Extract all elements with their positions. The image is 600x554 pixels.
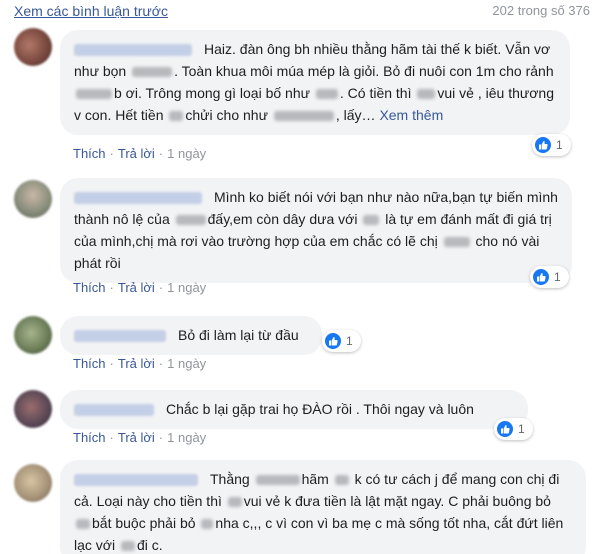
comment-actions: Thích · Trả lời · 1 ngày <box>73 280 207 295</box>
redacted-word <box>169 111 184 122</box>
comment-timestamp[interactable]: 1 ngày <box>167 356 206 371</box>
reply-button[interactable]: Trả lời <box>118 280 155 295</box>
see-more-link[interactable]: Xem thêm <box>379 107 443 123</box>
redacted-word <box>120 541 135 552</box>
reaction-count[interactable]: 1 <box>532 134 571 156</box>
commenter-name[interactable] <box>74 404 154 417</box>
comment-bubble: Thằng hãm k có tư cách j để mang con chị… <box>60 460 586 554</box>
comment-text: Thằng <box>210 471 250 487</box>
avatar[interactable] <box>14 28 52 66</box>
redacted-word <box>315 89 338 100</box>
like-button[interactable]: Thích <box>73 280 106 295</box>
redacted-word <box>76 89 112 100</box>
view-previous-comments-link[interactable]: Xem các bình luận trước <box>14 3 168 19</box>
thumbs-up-icon <box>535 137 551 153</box>
redacted-word <box>417 89 436 100</box>
thumbs-up-icon <box>325 333 341 349</box>
comment-actions: Thích · Trả lời · 1 ngày <box>73 430 207 445</box>
reaction-count[interactable]: 1 <box>322 330 361 352</box>
comment-bubble: Mình ko biết nói với bạn như nào nữa,bạn… <box>60 178 572 283</box>
reply-button[interactable]: Trả lời <box>118 430 155 445</box>
like-button[interactable]: Thích <box>73 146 106 161</box>
comment-count: 202 trong số 376 <box>492 3 590 18</box>
like-button[interactable]: Thích <box>73 356 106 371</box>
comment-bubble: Bỏ đi làm lại từ đầu <box>60 316 322 355</box>
reply-button[interactable]: Trả lời <box>118 356 155 371</box>
redacted-word <box>443 237 470 248</box>
commenter-name[interactable] <box>74 44 192 57</box>
thumbs-up-icon <box>497 421 513 437</box>
redacted-word <box>76 519 90 530</box>
comment-timestamp[interactable]: 1 ngày <box>167 280 206 295</box>
comment-timestamp[interactable]: 1 ngày <box>167 146 206 161</box>
commenter-name[interactable] <box>74 330 166 343</box>
commenter-name[interactable] <box>74 192 202 205</box>
comments-header: Xem các bình luận trước 202 trong số 376 <box>0 0 600 26</box>
comment-text: Chắc b lại gặp trai họ ĐÀO rồi . Thôi ng… <box>166 401 474 417</box>
redacted-word <box>175 215 206 226</box>
comment-actions: Thích · Trả lời · 1 ngày <box>73 356 207 371</box>
redacted-word <box>273 111 334 122</box>
comment-bubble: Haiz. đàn ông bh nhiều thằng hãm tài thế… <box>60 30 570 135</box>
reaction-count[interactable]: 1 <box>530 266 569 288</box>
reply-button[interactable]: Trả lời <box>118 146 155 161</box>
avatar[interactable] <box>14 390 52 428</box>
redacted-word <box>132 67 173 78</box>
avatar[interactable] <box>14 316 52 354</box>
redacted-word <box>363 215 380 226</box>
comment-timestamp[interactable]: 1 ngày <box>167 430 206 445</box>
avatar[interactable] <box>14 464 52 502</box>
like-button[interactable]: Thích <box>73 430 106 445</box>
redacted-word <box>334 475 349 486</box>
thumbs-up-icon <box>533 269 549 285</box>
avatar[interactable] <box>14 180 52 218</box>
redacted-word <box>227 497 242 508</box>
comment-text: Bỏ đi làm lại từ đầu <box>178 327 299 343</box>
reaction-count[interactable]: 1 <box>494 418 533 440</box>
commenter-name[interactable] <box>74 474 198 487</box>
redacted-word <box>255 475 300 486</box>
redacted-word <box>201 519 214 530</box>
comment-actions: Thích · Trả lời · 1 ngày <box>73 146 207 161</box>
comment-bubble: Chắc b lại gặp trai họ ĐÀO rồi . Thôi ng… <box>60 390 528 429</box>
